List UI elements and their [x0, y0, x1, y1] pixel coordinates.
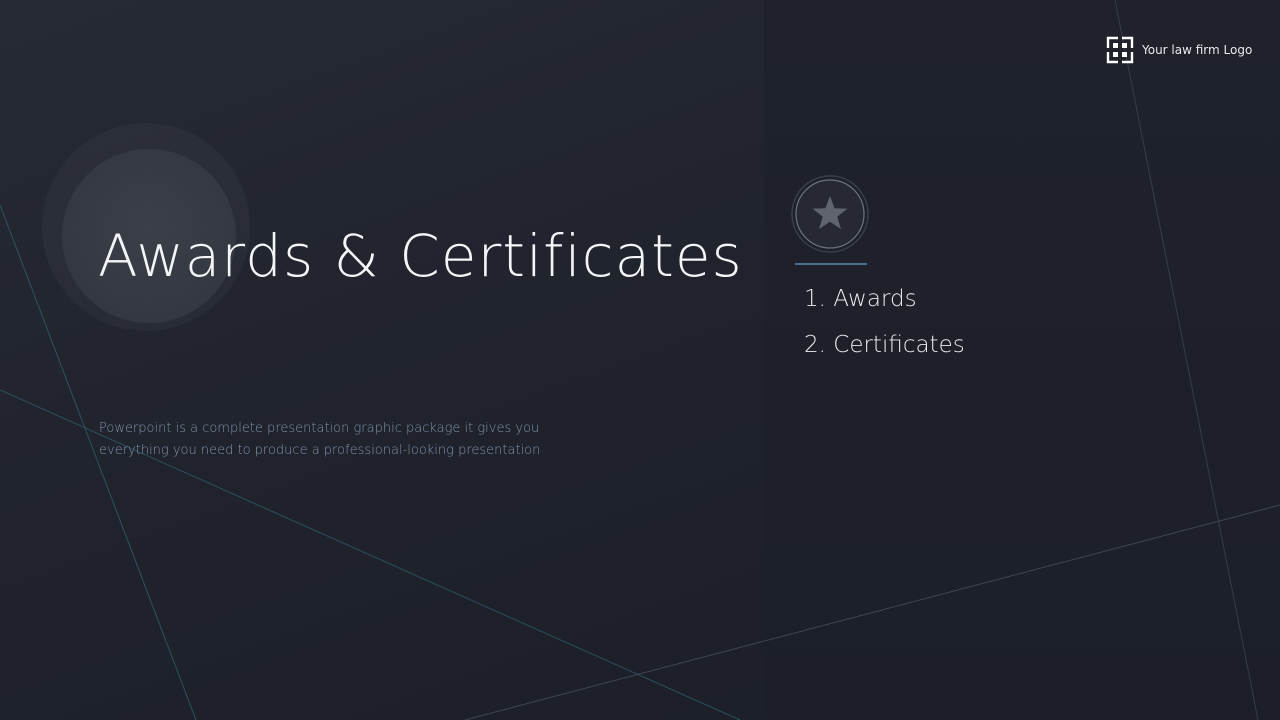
logo-text: Your law firm Logo: [1142, 43, 1253, 57]
agenda-item-certificates: 2. Certificates: [804, 332, 965, 358]
logo: Your law firm Logo: [1106, 36, 1252, 64]
slide-description: Powerpoint is a complete presentation gr…: [99, 421, 541, 458]
slide-title: Awards & Certificates: [98, 222, 743, 290]
slide: Awards & Certificates Powerpoint is a co…: [0, 0, 1280, 720]
decorative-lines: [0, 0, 1280, 720]
law-firm-logo-icon: [1106, 36, 1134, 64]
agenda-item-awards: 1. Awards: [804, 286, 917, 312]
badge-underline: [795, 263, 867, 265]
agenda-list: 1. Awards 2. Certificates: [804, 276, 965, 368]
star-badge: [791, 175, 869, 253]
